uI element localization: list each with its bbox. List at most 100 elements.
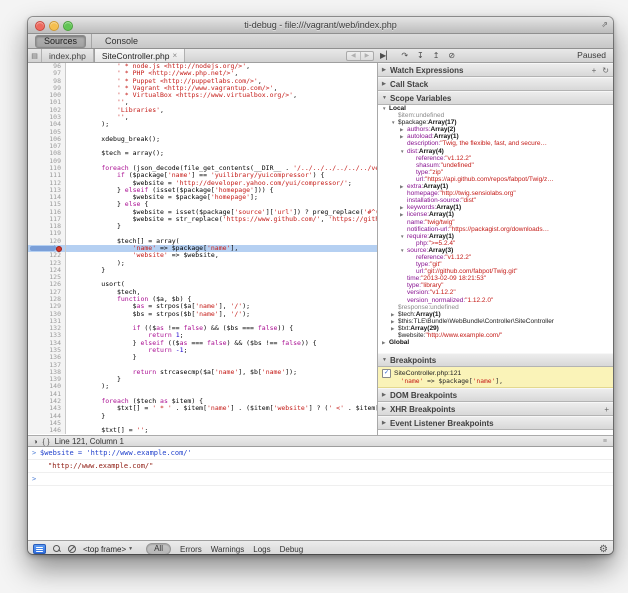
disclosure-triangle-icon[interactable]: ▶ — [400, 183, 407, 190]
refresh-icon[interactable]: ↻ — [602, 66, 609, 75]
scope-row[interactable]: version_normalized: "1.12.2.0" — [378, 297, 613, 304]
zoom-window-button[interactable] — [63, 21, 73, 31]
scope-row[interactable]: ▼$package: Array(17) — [378, 119, 613, 126]
tab-sources[interactable]: Sources — [35, 35, 86, 48]
section-call-stack[interactable]: ▶Call Stack — [378, 77, 613, 91]
scope-row[interactable]: type: "zip" — [378, 169, 613, 176]
filter-warnings[interactable]: Warnings — [211, 545, 245, 554]
close-window-button[interactable] — [35, 21, 45, 31]
pause-indicator-icon[interactable]: ◑ — [33, 437, 38, 446]
breakpoint-entry[interactable]: ✓ SiteController.php:121 'name' => $pack… — [378, 367, 613, 388]
scope-row[interactable]: ▶authors: Array(2) — [378, 126, 613, 133]
minimize-window-button[interactable] — [49, 21, 59, 31]
search-icon[interactable] — [53, 545, 61, 553]
file-tab-sitecontroller[interactable]: SiteController.php × — [94, 49, 185, 62]
drawer-resize-handle[interactable]: ≡ — [603, 438, 608, 445]
clear-console-icon[interactable] — [68, 545, 76, 553]
back-icon[interactable]: ◀ — [347, 52, 361, 60]
scope-row[interactable]: $item: undefined — [378, 112, 613, 119]
file-tab-index[interactable]: index.php — [42, 49, 94, 62]
scope-row[interactable]: $response: undefined — [378, 304, 613, 311]
scope-row[interactable]: reference: "v1.12.2" — [378, 155, 613, 162]
disclosure-triangle-icon[interactable]: ▶ — [382, 392, 390, 398]
scope-row[interactable]: ▶$txt: Array(29) — [378, 325, 613, 332]
section-breakpoints[interactable]: ▼ Breakpoints — [378, 353, 613, 367]
section-scope-variables[interactable]: ▼Scope Variables — [378, 91, 613, 105]
scope-row[interactable]: ▼require: Array(1) — [378, 233, 613, 240]
scope-row[interactable]: type: "git" — [378, 261, 613, 268]
disclosure-triangle-icon[interactable]: ▼ — [400, 233, 407, 240]
tab-console[interactable]: Console — [97, 36, 146, 47]
step-over-button[interactable]: ↷ — [401, 49, 408, 62]
frame-selector[interactable]: <top frame>▼ — [83, 545, 133, 554]
disclosure-triangle-icon[interactable]: ▶ — [400, 204, 407, 211]
scope-row[interactable]: installation-source: "dist" — [378, 197, 613, 204]
scope-row[interactable]: $website: "http://www.example.com/" — [378, 332, 613, 339]
filter-logs[interactable]: Logs — [253, 545, 270, 554]
disclosure-triangle-icon[interactable]: ▶ — [400, 133, 407, 140]
scope-row[interactable]: ▼Local — [378, 105, 613, 112]
add-icon[interactable]: + — [592, 66, 597, 75]
scope-row[interactable]: ▼source: Array(3) — [378, 247, 613, 254]
disclosure-triangle-icon[interactable]: ▶ — [382, 420, 390, 426]
scope-row[interactable]: time: "2013-02-09 18:21:53" — [378, 275, 613, 282]
scope-row[interactable]: name: "twig/twig" — [378, 219, 613, 226]
add-icon[interactable]: + — [604, 405, 609, 414]
scope-row[interactable]: ▼dist: Array(4) — [378, 148, 613, 155]
navigator-toggle-icon[interactable]: ▤ — [28, 49, 42, 62]
section-event-listener-breakpoints[interactable]: ▶Event Listener Breakpoints — [378, 416, 613, 430]
scope-row[interactable]: ▶autoload: Array(1) — [378, 133, 613, 140]
line-number-gutter[interactable]: 146 — [28, 427, 66, 434]
scope-row[interactable]: ▶$tech: Array(1) — [378, 311, 613, 318]
close-tab-icon[interactable]: × — [172, 51, 177, 60]
toggle-breakpoints-button[interactable]: ⊘ — [448, 49, 455, 62]
scope-row[interactable]: description: "Twig, the flexible, fast, … — [378, 140, 613, 147]
disclosure-triangle-icon[interactable]: ▶ — [391, 311, 398, 318]
scope-row[interactable]: notification-url: "https://packagist.org… — [378, 226, 613, 233]
scope-row[interactable]: ▶keywords: Array(1) — [378, 204, 613, 211]
console-input[interactable]: >$website = 'http://www.example.com/' — [28, 447, 613, 460]
breakpoint-checkbox[interactable]: ✓ — [382, 369, 391, 378]
scope-row[interactable]: homepage: "http://twig.sensiolabs.org" — [378, 190, 613, 197]
forward-icon[interactable]: ▶ — [361, 52, 374, 60]
disclosure-triangle-icon[interactable]: ▼ — [382, 357, 390, 363]
scope-row[interactable]: php: ">=5.2.4" — [378, 240, 613, 247]
scope-row[interactable]: type: "library" — [378, 282, 613, 289]
disclosure-triangle-icon[interactable]: ▶ — [400, 126, 407, 133]
step-into-button[interactable]: ↧ — [417, 49, 424, 62]
console-drawer[interactable]: >$website = 'http://www.example.com/'"ht… — [28, 447, 613, 540]
title-bar[interactable]: ti-debug - file:///vagrant/web/index.php… — [28, 17, 613, 34]
disclosure-triangle-icon[interactable]: ▶ — [382, 406, 390, 412]
filter-errors[interactable]: Errors — [180, 545, 202, 554]
disclosure-triangle-icon[interactable]: ▶ — [391, 325, 398, 332]
gear-icon[interactable]: ⚙ — [599, 544, 608, 555]
disclosure-triangle-icon[interactable]: ▼ — [382, 105, 389, 112]
filter-debug[interactable]: Debug — [280, 545, 304, 554]
scope-row[interactable]: ▶$this: TLE\Bundle\WebBundle\Controller\… — [378, 318, 613, 325]
console-input[interactable]: > — [28, 473, 613, 486]
scope-row[interactable]: reference: "v1.12.2" — [378, 254, 613, 261]
scope-row[interactable]: ▶Global — [378, 339, 613, 346]
fullscreen-icon[interactable]: ⇗ — [601, 21, 608, 29]
disclosure-triangle-icon[interactable]: ▶ — [391, 318, 398, 325]
section-xhr-breakpoints[interactable]: ▶XHR Breakpoints+ — [378, 402, 613, 416]
scope-row[interactable]: shasum: "undefined" — [378, 162, 613, 169]
scope-row[interactable]: ▶license: Array(1) — [378, 211, 613, 218]
disclosure-triangle-icon[interactable]: ▶ — [382, 339, 389, 346]
disclosure-triangle-icon[interactable]: ▼ — [400, 247, 407, 254]
scope-row[interactable]: url: "git://github.com/fabpot/Twig.git" — [378, 268, 613, 275]
disclosure-triangle-icon[interactable]: ▶ — [382, 81, 390, 87]
scope-row[interactable]: version: "v1.12.2" — [378, 289, 613, 296]
console-toggle-icon[interactable] — [33, 544, 46, 554]
disclosure-triangle-icon[interactable]: ▼ — [391, 119, 398, 126]
resume-button[interactable]: ▶▏ — [380, 49, 392, 62]
scope-row[interactable]: ▶extra: Array(1) — [378, 183, 613, 190]
pretty-print-icon[interactable]: { } — [43, 437, 50, 446]
step-out-button[interactable]: ↥ — [433, 49, 440, 62]
disclosure-triangle-icon[interactable]: ▼ — [400, 148, 407, 155]
disclosure-triangle-icon[interactable]: ▶ — [400, 211, 407, 218]
disclosure-triangle-icon[interactable]: ▶ — [382, 67, 390, 73]
disclosure-triangle-icon[interactable]: ▼ — [382, 95, 390, 101]
scope-row[interactable]: url: "https://api.github.com/repos/fabpo… — [378, 176, 613, 183]
section-dom-breakpoints[interactable]: ▶DOM Breakpoints — [378, 388, 613, 402]
